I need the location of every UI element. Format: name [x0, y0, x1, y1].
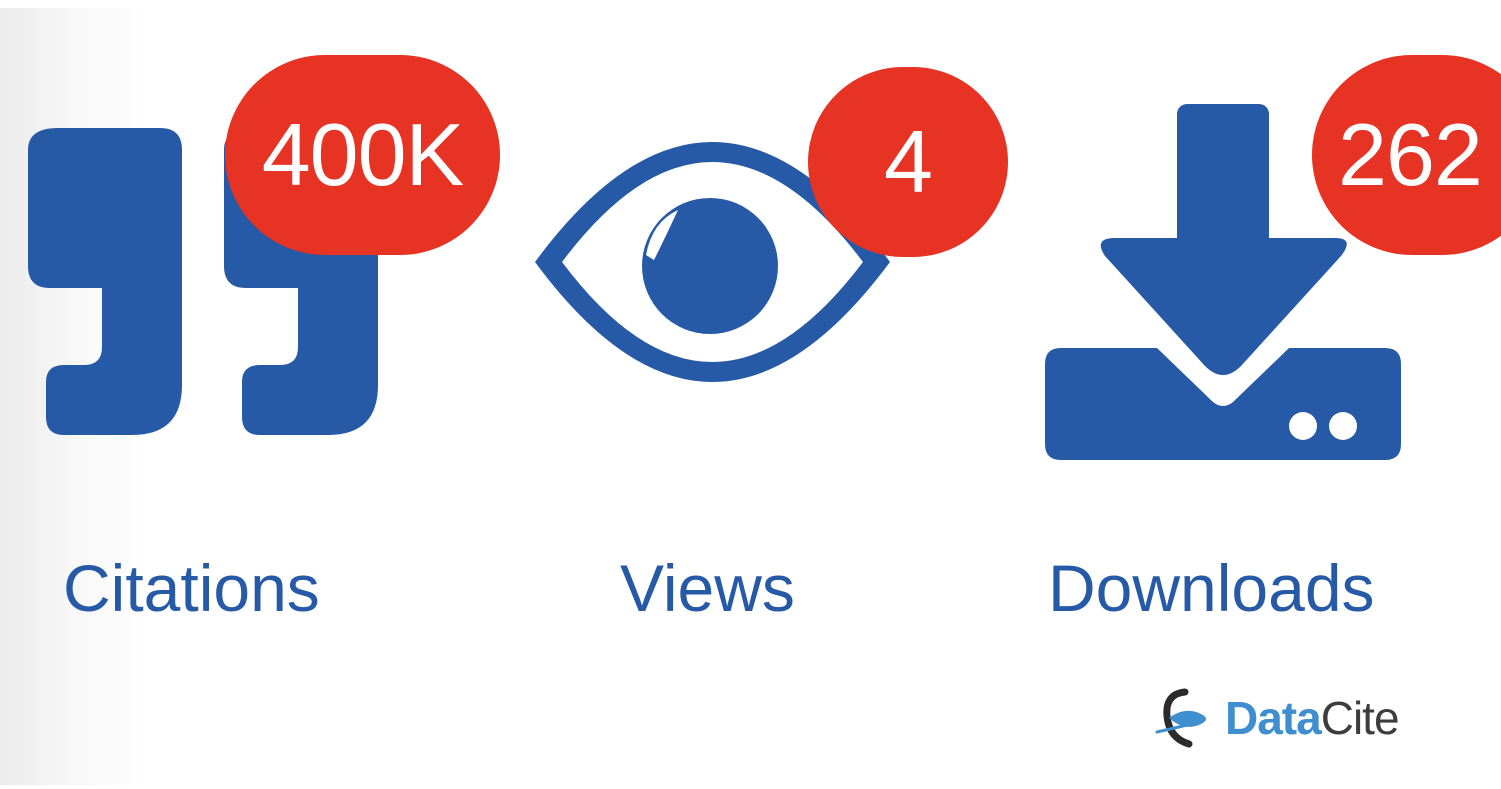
brand-name-cite: Cite — [1320, 692, 1400, 744]
bottom-border — [0, 785, 1501, 789]
datacite-logo-icon — [1155, 688, 1206, 748]
brand-name-data: Data — [1225, 692, 1322, 744]
downloads-count-badge: 262 — [1312, 55, 1501, 255]
views-count: 4 — [884, 112, 933, 211]
metrics-widget: 400K Citations 4 Views 262 Downloads Dat… — [0, 0, 1501, 789]
views-count-badge: 4 — [808, 67, 1008, 257]
downloads-count: 262 — [1338, 105, 1483, 204]
citations-label: Citations — [63, 551, 320, 625]
citations-count: 400K — [261, 105, 465, 204]
datacite-wordmark: DataCite — [1225, 691, 1400, 745]
downloads-label: Downloads — [1048, 551, 1375, 625]
top-border — [0, 0, 1501, 8]
citations-count-badge: 400K — [225, 55, 500, 255]
views-label: Views — [620, 551, 795, 625]
datacite-brand[interactable]: DataCite — [1155, 688, 1400, 748]
